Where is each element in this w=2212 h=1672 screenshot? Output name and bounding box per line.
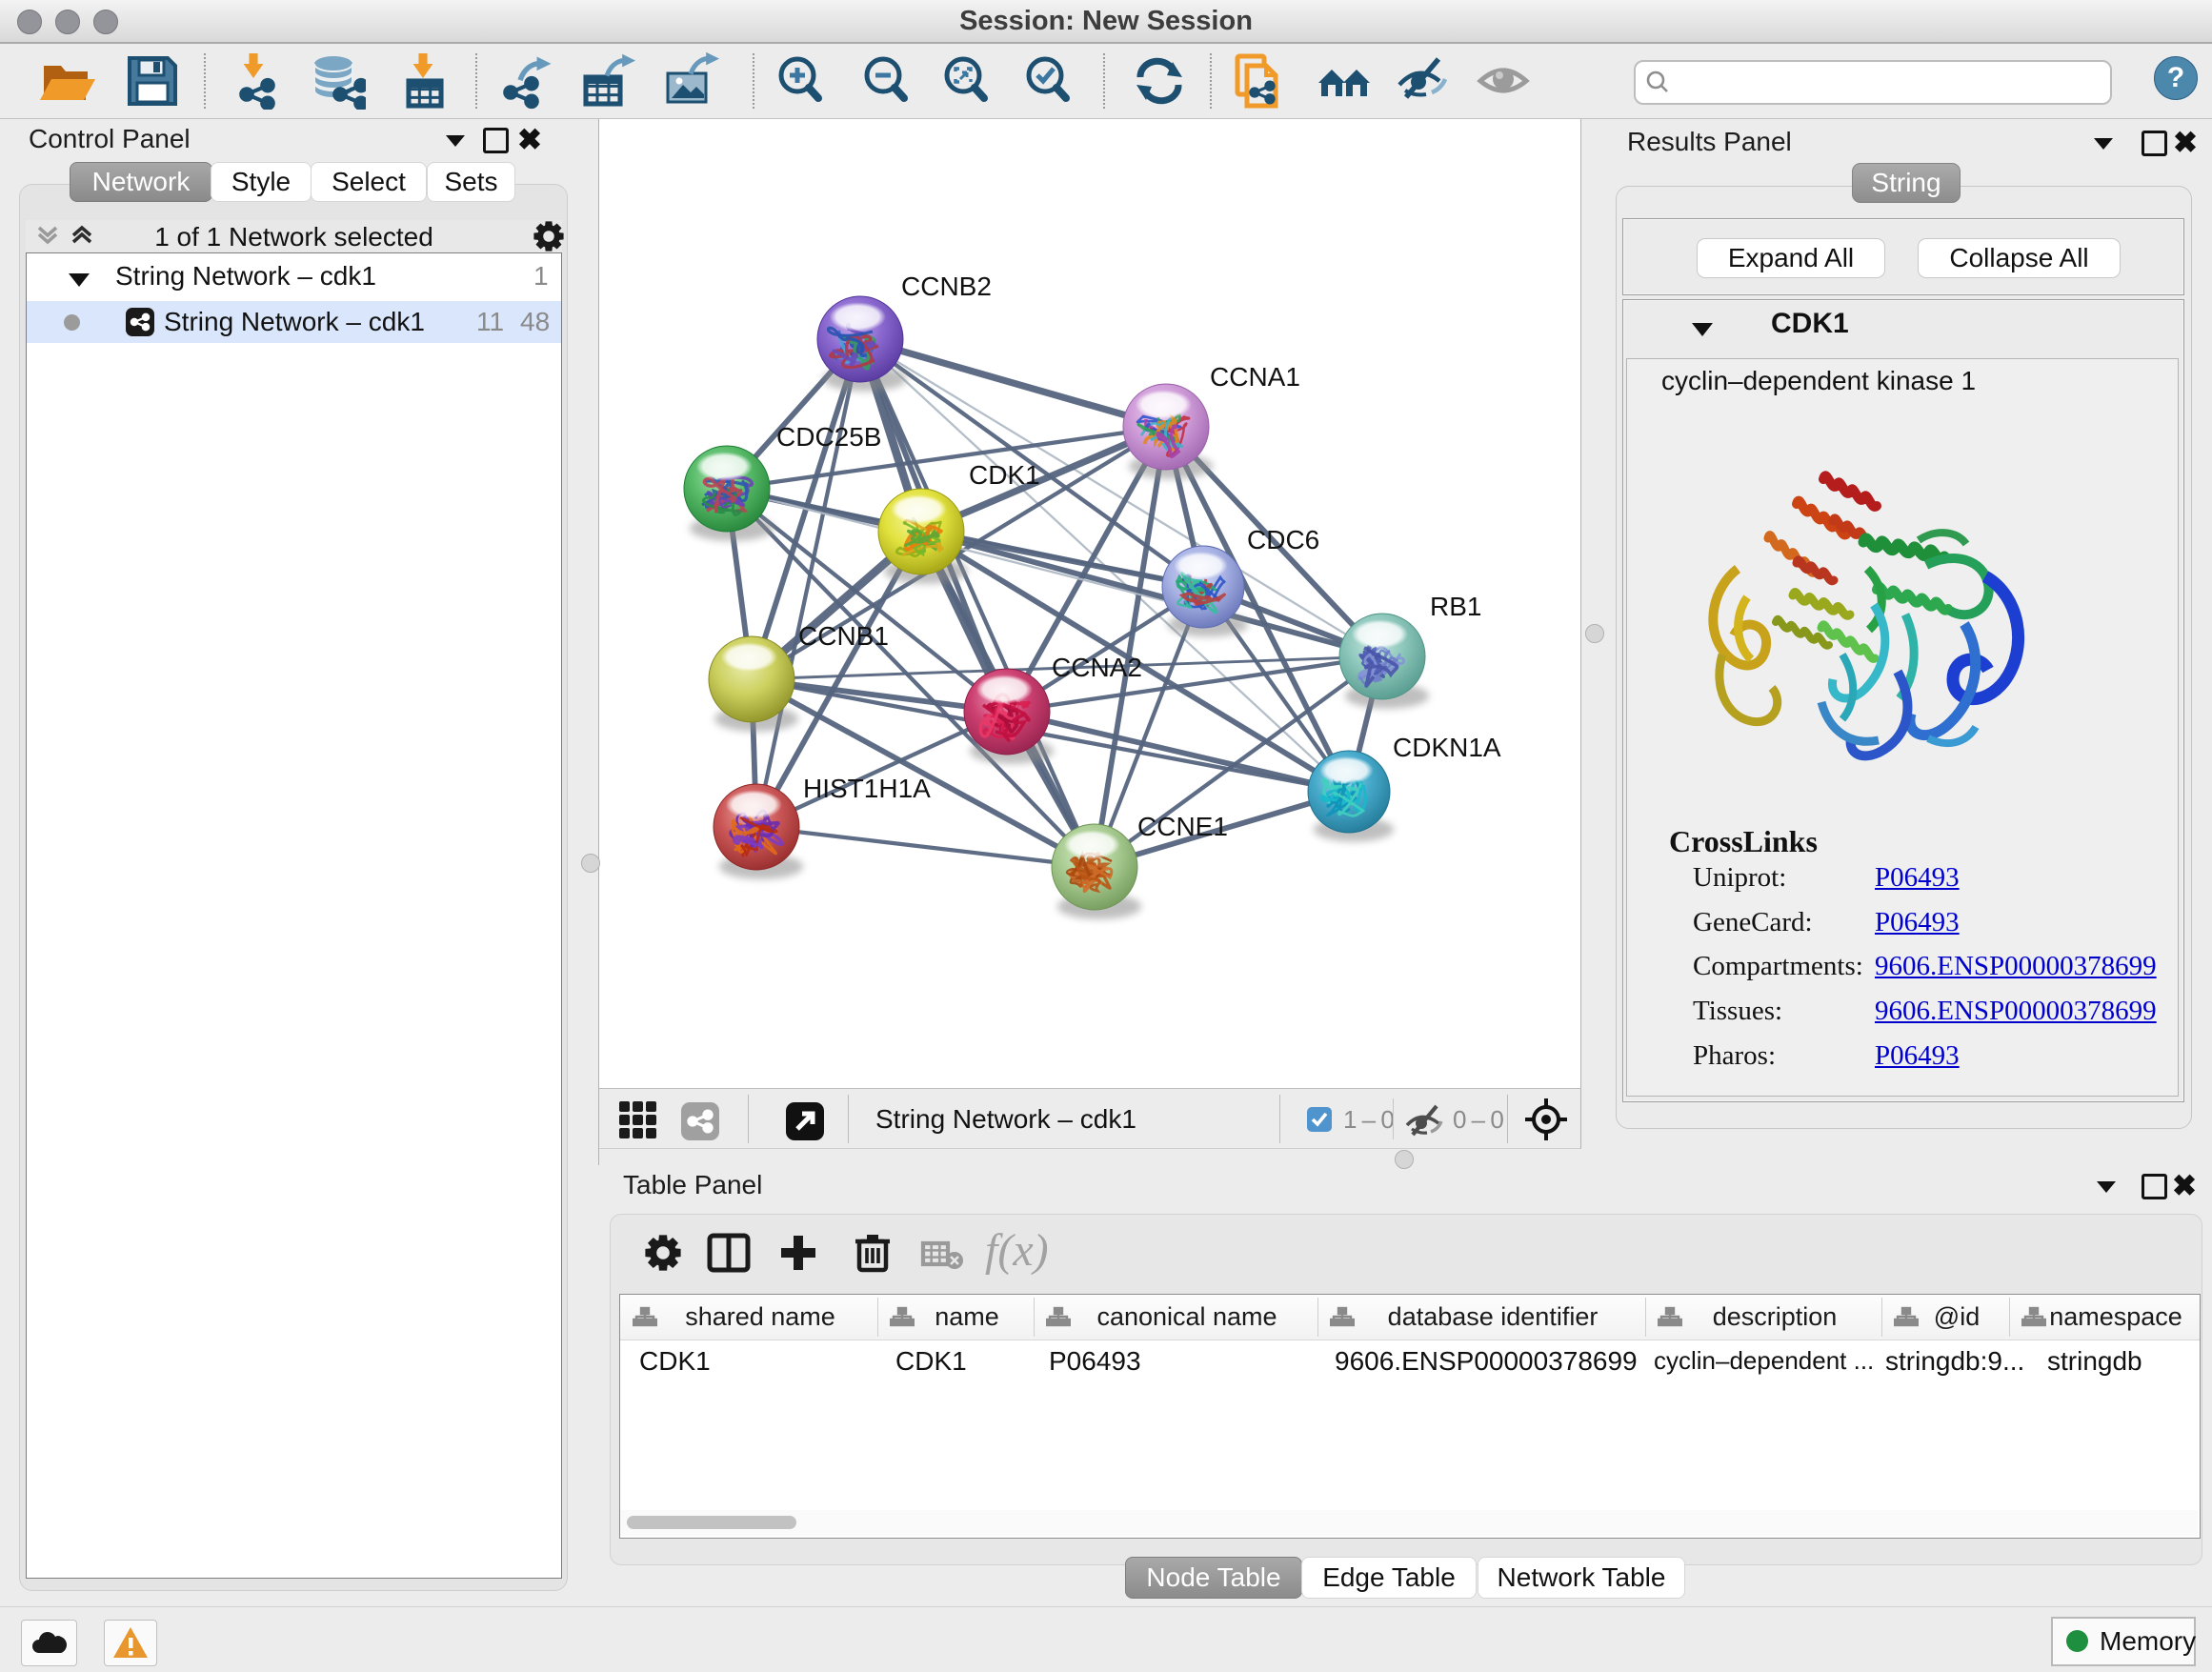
svg-text:CCNA1: CCNA1 [1210, 362, 1300, 392]
svg-text:CCNA2: CCNA2 [1052, 653, 1142, 682]
svg-text:CDC6: CDC6 [1247, 525, 1319, 554]
svg-text:RB1: RB1 [1430, 592, 1481, 621]
svg-text:CDK1: CDK1 [969, 460, 1040, 490]
svg-text:CCNB2: CCNB2 [901, 272, 992, 301]
svg-text:CCNB1: CCNB1 [798, 621, 889, 651]
svg-text:CDKN1A: CDKN1A [1393, 733, 1501, 762]
svg-text:CCNE1: CCNE1 [1137, 812, 1228, 841]
svg-text:CDC25B: CDC25B [776, 422, 881, 452]
svg-text:HIST1H1A: HIST1H1A [803, 774, 931, 803]
